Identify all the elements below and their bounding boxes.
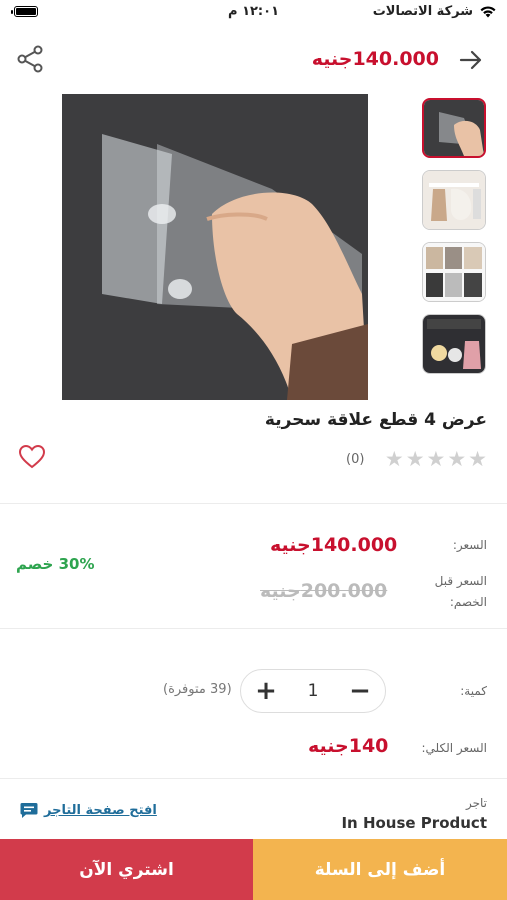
thumbnail-4[interactable] (422, 314, 486, 374)
divider (0, 778, 507, 779)
divider (0, 503, 507, 504)
seller-label: تاجر (465, 796, 487, 810)
thumbnail-3[interactable] (422, 242, 486, 302)
product-main-image[interactable] (62, 94, 368, 400)
product-title: عرض 4 قطع علاقة سحرية (264, 410, 487, 430)
status-carrier-group: شركة الاتصالات (373, 4, 497, 19)
seller-name: In House Product (341, 814, 487, 832)
minus-button[interactable]: − (349, 678, 371, 704)
rating-count: (0) (346, 452, 365, 467)
buy-now-button[interactable]: اشتري الآن (0, 839, 253, 900)
stock-count: (39 متوفرة) (163, 682, 232, 697)
store-link-label[interactable]: افتح صفحة التاجر (44, 803, 157, 818)
header-price: 140.000جنيه (311, 48, 439, 70)
price-label: السعر: (452, 538, 487, 552)
old-price: 200.000جنيه (260, 580, 388, 602)
star-icon: ★ (447, 447, 467, 471)
star-icon: ★ (468, 447, 487, 471)
wifi-icon (480, 6, 496, 18)
quantity-stepper: + 1 − (240, 669, 386, 713)
share-icon[interactable] (16, 44, 44, 74)
star-icon: ★ (426, 447, 446, 471)
chat-icon (20, 803, 38, 818)
current-price: 140.000جنيه (270, 534, 398, 556)
quantity-label: كمية: (460, 684, 487, 698)
discount-badge: 30% خصم (16, 555, 95, 573)
add-to-cart-button[interactable]: أضف إلى السلة (253, 839, 507, 900)
quantity-value: 1 (307, 681, 319, 701)
old-price-label: السعر قبل الخصم: (434, 574, 487, 609)
star-icon: ★ (384, 447, 404, 471)
thumbnail-2[interactable] (422, 170, 486, 230)
carrier-name: شركة الاتصالات (372, 4, 473, 19)
star-icon: ★ (405, 447, 425, 471)
thumbnail-1[interactable] (422, 98, 486, 158)
heart-icon[interactable] (18, 444, 46, 470)
arrow-right-icon[interactable] (457, 46, 485, 74)
total-label: السعر الكلي: (421, 741, 487, 755)
rating-stars: ★ ★ ★ ★ ★ (385, 448, 487, 470)
product-photo (62, 94, 368, 400)
plus-button[interactable]: + (255, 678, 277, 704)
divider (0, 628, 507, 629)
store-page-link[interactable]: افتح صفحة التاجر (20, 802, 157, 819)
total-price: 140جنيه (308, 735, 389, 757)
